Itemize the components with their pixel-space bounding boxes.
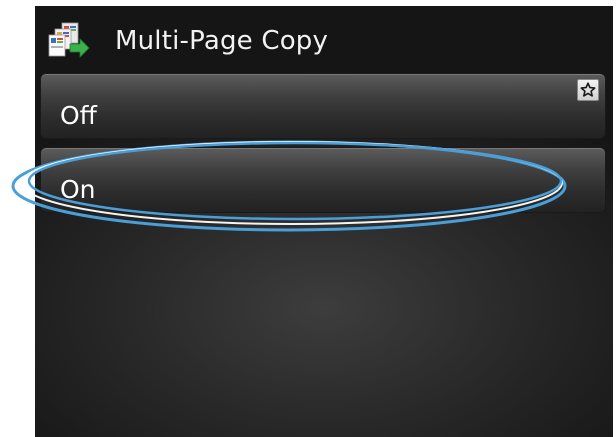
star-icon[interactable]	[577, 79, 599, 101]
option-label: Off	[60, 101, 97, 130]
option-on-button[interactable]: On	[40, 147, 606, 213]
device-screenshot: Multi-Page Copy Off On	[0, 0, 616, 437]
option-label: On	[60, 175, 96, 204]
page-title: Multi-Page Copy	[115, 26, 329, 56]
title-bar: Multi-Page Copy	[35, 6, 613, 68]
option-off-button[interactable]: Off	[40, 73, 606, 139]
multi-page-copy-icon	[48, 22, 90, 60]
control-panel-screen: Multi-Page Copy Off On	[35, 6, 613, 437]
